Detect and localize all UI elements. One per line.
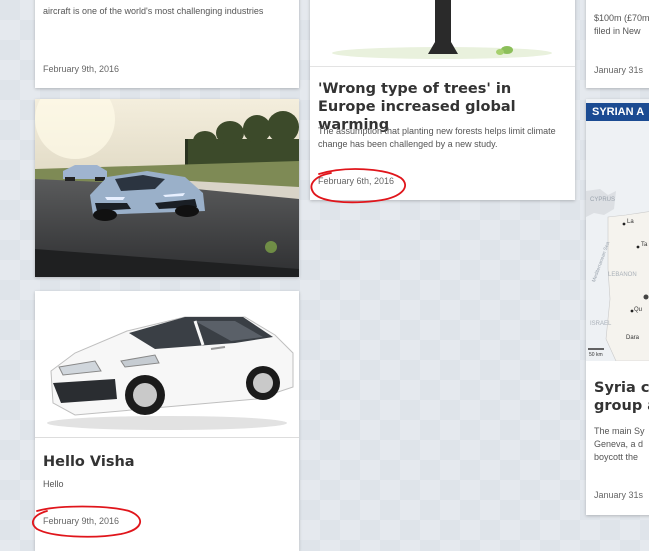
map-label-ta: Ta [641, 242, 648, 248]
post-title-line[interactable]: Syria co [594, 379, 649, 397]
map-label-dara: Dara [626, 335, 640, 341]
post-excerpt-line: $100m (£70m [594, 13, 649, 23]
map-label-qu: Qu [634, 307, 643, 313]
post-title[interactable]: Hello Visha [43, 453, 135, 471]
post-date: January 31s [594, 65, 644, 75]
tree-illustration[interactable] [310, 0, 575, 67]
map-label-la: La [627, 219, 634, 225]
post-card-syria[interactable]: SYRIAN A CYPRUS La Ta LEBANON Qu ISRAEL … [586, 99, 649, 515]
post-excerpt-line: Geneva, a d [594, 439, 644, 449]
post-date: February 6th, 2016 [318, 176, 395, 186]
post-card-trees[interactable]: 'Wrong type of trees' in Europe increase… [310, 0, 575, 200]
post-card-right-top[interactable]: $100m (£70m filed in New January 31s [586, 0, 649, 88]
white-sedan-photo[interactable] [35, 291, 299, 438]
post-excerpt-line: boycott the [594, 452, 639, 462]
post-excerpt: The assumption that planting new forests… [318, 126, 556, 149]
map-label-israel: ISRAEL [590, 321, 612, 327]
post-date: January 31s [594, 490, 644, 500]
post-excerpt-line: filed in New [594, 26, 641, 36]
post-excerpt-line: The main Sy [594, 426, 645, 436]
sports-car-photo[interactable] [35, 99, 299, 277]
post-date: February 9th, 2016 [43, 64, 120, 74]
post-card-top-left[interactable]: aircraft is one of the world's most chal… [35, 0, 299, 88]
map-label-cyprus: CYPRUS [590, 197, 616, 203]
post-excerpt: Hello [43, 479, 64, 489]
map-label-scale: 50 km [589, 352, 603, 358]
post-card-hello-visha[interactable]: Hello Visha Hello February 9th, 2016 [35, 291, 299, 551]
post-title-line[interactable]: group a [594, 397, 649, 415]
post-card-car-photo[interactable] [35, 99, 299, 277]
post-excerpt: aircraft is one of the world's most chal… [43, 6, 264, 16]
syria-map-image[interactable]: SYRIAN A CYPRUS La Ta LEBANON Qu ISRAEL … [586, 99, 649, 361]
post-date: February 9th, 2016 [43, 516, 120, 526]
map-label-lebanon: LEBANON [608, 272, 637, 278]
